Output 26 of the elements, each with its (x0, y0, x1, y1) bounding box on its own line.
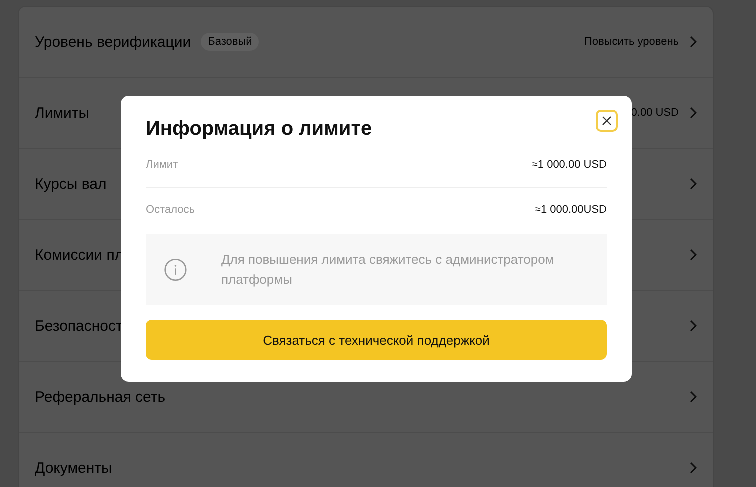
chevron-icon (689, 391, 697, 403)
info-text: Для повышения лимита свяжитесь с администратором платформы (221, 250, 556, 289)
limit-value: ≈1 000.00 USD (532, 159, 607, 171)
setting-value: 0.00 USD (631, 107, 679, 119)
contact-support-button[interactable]: Связаться с технической поддержкой (146, 320, 607, 360)
limit-label: Осталось (146, 204, 195, 216)
dialog-title: Информация о лимите (146, 118, 374, 141)
level-badge: Базовый (201, 33, 260, 51)
setting-label: Уровень верификации (35, 34, 192, 50)
chevron-icon (689, 462, 697, 474)
setting-label: Безопасност (35, 318, 123, 334)
chevron-icon (689, 107, 697, 119)
setting-label: Документы (35, 460, 112, 476)
chevron-icon (689, 249, 697, 261)
limit-value: ≈1 000.00USD (534, 204, 607, 216)
chevron-icon (689, 36, 697, 48)
setting-label: Реферальная сеть (35, 388, 166, 406)
limit-label: Лимит (146, 159, 178, 171)
close-button[interactable] (596, 110, 618, 132)
chevron-icon (689, 320, 697, 332)
setting-label: Курсы вал (35, 176, 107, 192)
setting-value: Повысить уровень (584, 36, 679, 48)
info-icon (164, 256, 188, 282)
setting-label: Лимиты (35, 104, 90, 122)
chevron-icon (689, 178, 697, 190)
close-icon (602, 116, 612, 126)
